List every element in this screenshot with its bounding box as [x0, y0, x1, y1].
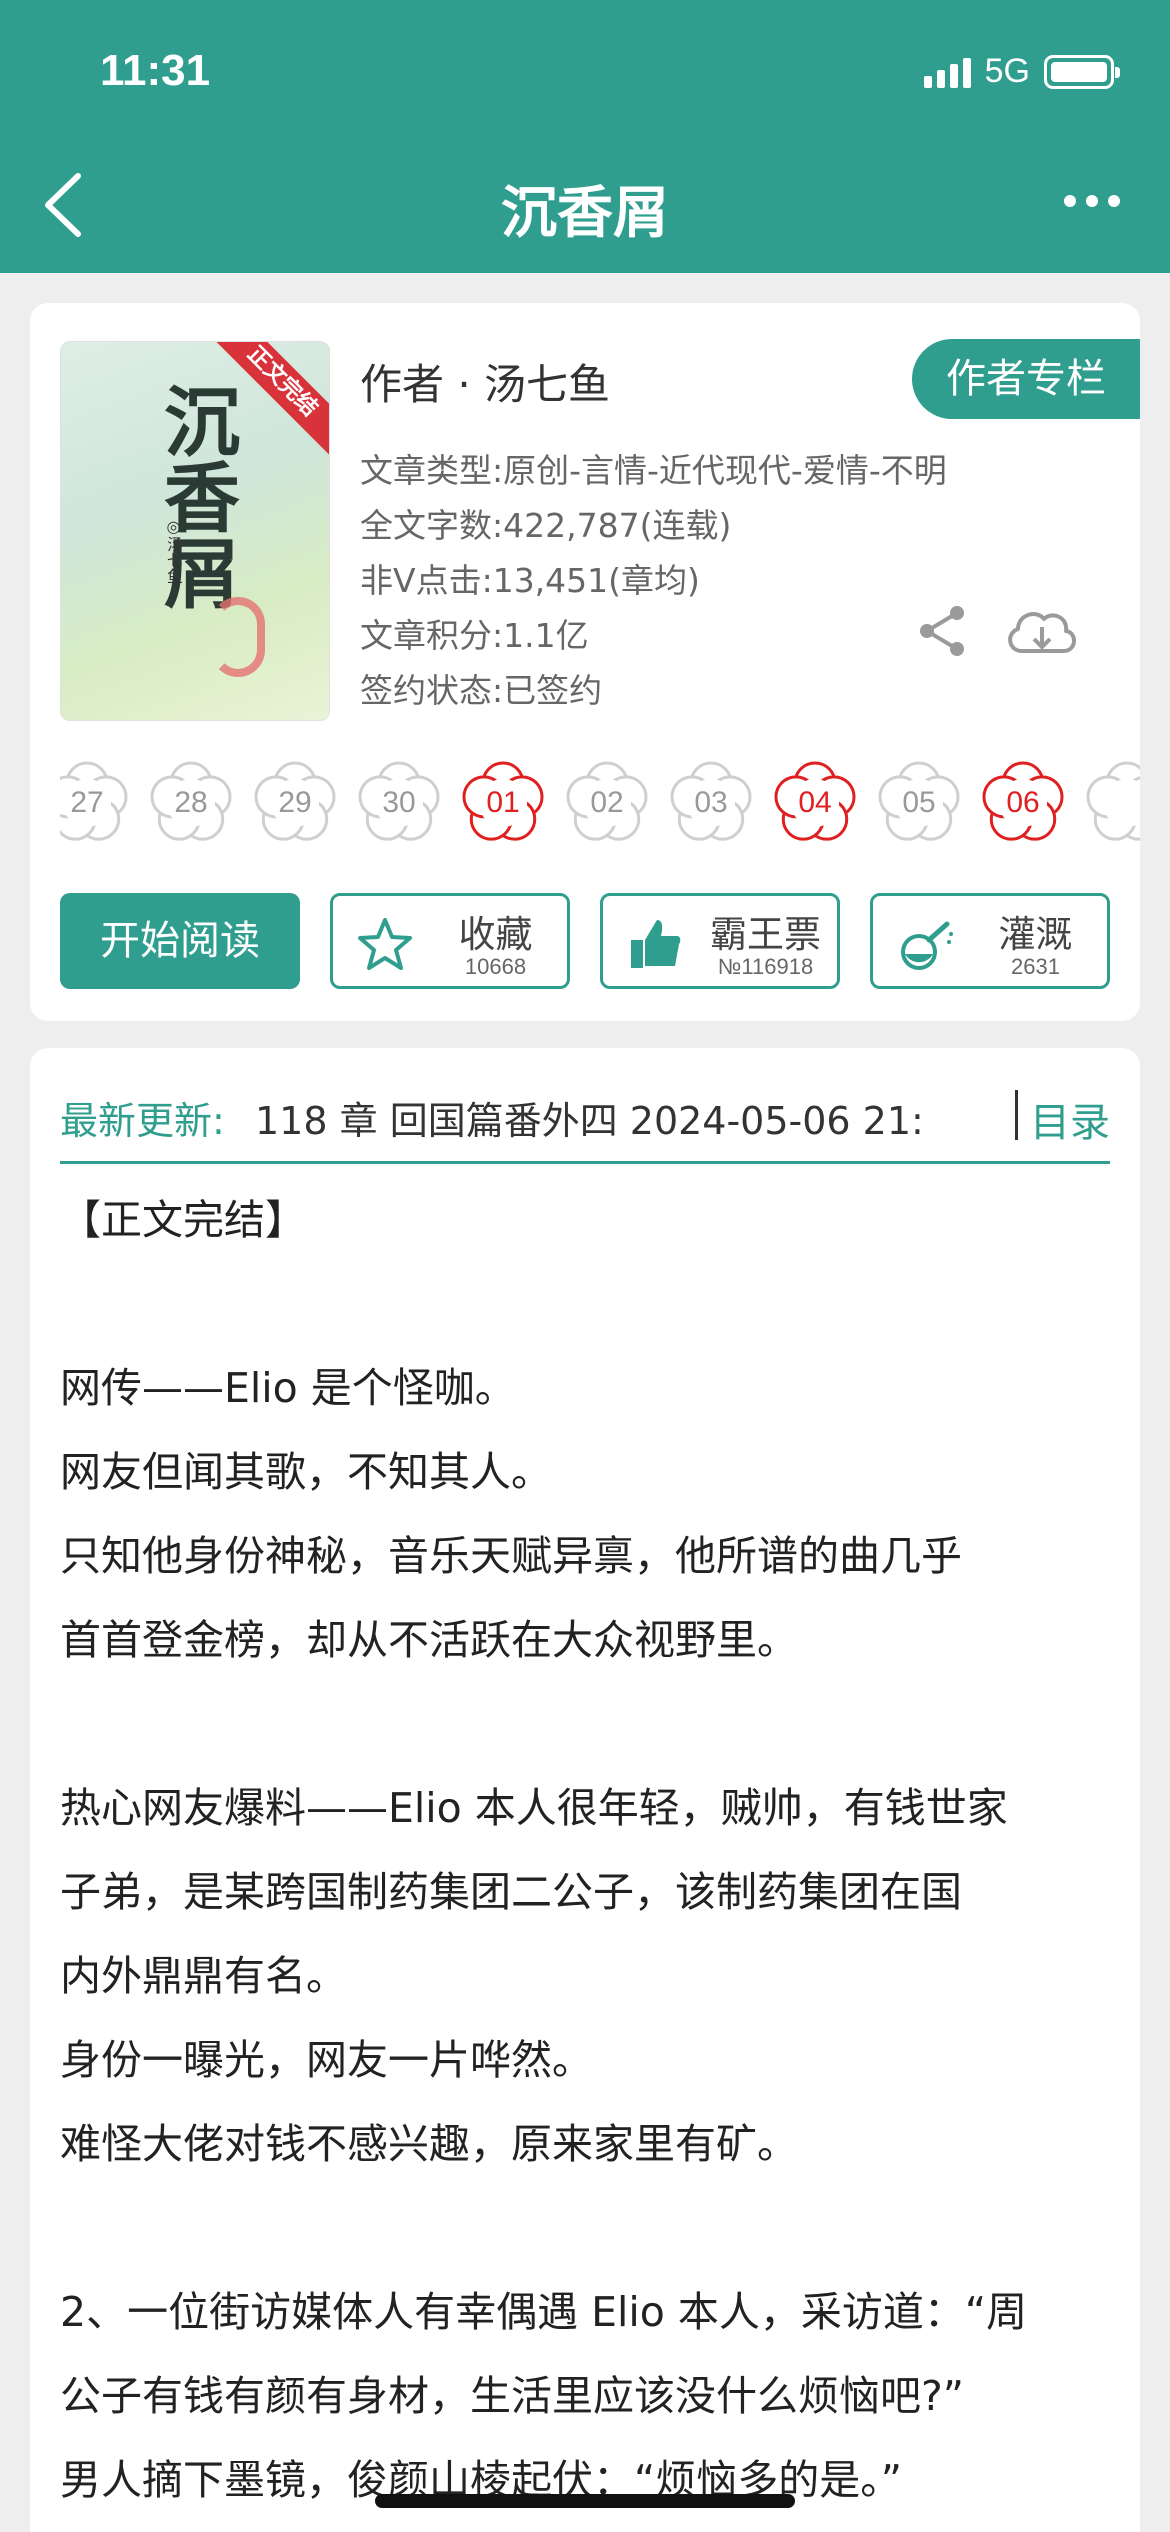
water-button[interactable]: 灌溉 2631	[870, 893, 1110, 989]
synopsis-line: 身份一曝光，网友一片哗然。	[60, 2036, 593, 2084]
ticket-label: 霸王票	[710, 913, 821, 956]
water-label: 灌溉	[998, 913, 1073, 956]
more-dot-icon	[1108, 195, 1120, 207]
calendar-day-number: 05	[902, 786, 936, 819]
synopsis-line: 男人摘下墨镜，俊颜山棱起伏：“烦恼多的是。”	[60, 2456, 902, 2504]
more-dot-icon	[1086, 195, 1098, 207]
calendar-day	[1082, 758, 1140, 848]
favorite-count: 10668	[464, 954, 527, 979]
calendar-day-number: 06	[1006, 786, 1040, 819]
status-time: 11:31	[100, 46, 211, 95]
meta-score: 文章积分:1.1亿	[360, 616, 589, 655]
calendar-day-number: 02	[590, 786, 624, 819]
synopsis-line	[60, 2186, 1120, 2270]
more-dot-icon	[1064, 195, 1076, 207]
synopsis-line: 【正文完结】	[60, 1196, 306, 1244]
divider	[1015, 1090, 1018, 1140]
app-header: 11:31 5G 沉香屑	[0, 0, 1170, 273]
calendar-day: 02	[562, 758, 652, 848]
synopsis-line: 公子有钱有颜有身材，生活里应该没什么烦恼吧?”	[60, 2372, 964, 2420]
favorite-button[interactable]: 收藏 10668	[330, 893, 570, 989]
cover-author: ◎汤七鱼	[164, 517, 183, 584]
author-name[interactable]: 作者 · 汤七鱼	[360, 351, 610, 412]
calendar-day-number: 28	[174, 786, 208, 819]
book-info-card: 沉香屑 ◎汤七鱼 正文完结 作者 · 汤七鱼 作者专栏 文章类型:原创-言情-近…	[30, 303, 1140, 1021]
water-count: 2631	[1011, 954, 1060, 979]
calendar-day: 03	[666, 758, 756, 848]
book-meta: 文章类型:原创-言情-近代现代-爱情-不明 全文字数:422,787(连载) 非…	[360, 443, 947, 718]
latest-update-text[interactable]: 118 章 回国篇番外四 2024-05-06 21:	[255, 1090, 935, 1145]
star-icon	[358, 918, 412, 970]
action-bar: 开始阅读 收藏 10668 霸王票 №116918 灌溉 2631	[60, 893, 1110, 991]
synopsis-line: 子弟，是某跨国制药集团二公子，该制药集团在国	[60, 1868, 962, 1916]
home-indicator	[375, 2494, 795, 2508]
watering-can-icon	[901, 921, 953, 970]
author-column-button[interactable]: 作者专栏	[912, 339, 1140, 419]
synopsis-line	[60, 1262, 1120, 1346]
synopsis-line	[60, 1682, 1120, 1766]
calendar-day: 01	[458, 758, 548, 848]
calendar-day-number	[1082, 758, 1140, 848]
meta-contract: 签约状态:已签约	[360, 671, 603, 710]
synopsis-card: 最新更新: 118 章 回国篇番外四 2024-05-06 21: 目录 【正文…	[30, 1048, 1140, 2532]
status-indicators: 5G	[923, 52, 1120, 91]
calendar-day: 05	[874, 758, 964, 848]
meta-clicks: 非Ⅴ点击:13,451(章均)	[360, 561, 700, 600]
ticket-count: №116918	[717, 954, 814, 979]
page-title: 沉香屑	[501, 181, 669, 246]
start-reading-button[interactable]: 开始阅读	[60, 893, 300, 989]
table-of-contents-link[interactable]: 目录	[1030, 1090, 1110, 1148]
battery-icon	[1044, 54, 1120, 89]
network-label: 5G	[984, 52, 1030, 90]
update-calendar-strip: 27 28 29 30 01 02 03 04 05 06	[60, 758, 1140, 848]
calendar-day-number: 01	[486, 786, 520, 819]
calendar-day: 06	[978, 758, 1068, 848]
meta-type: 文章类型:原创-言情-近代现代-爱情-不明	[360, 451, 947, 490]
calendar-day: 30	[354, 758, 444, 848]
share-icon[interactable]	[915, 603, 971, 659]
synopsis-line: 首首登金榜，却从不活跃在大众视野里。	[60, 1616, 798, 1664]
more-menu-button[interactable]	[1064, 195, 1120, 207]
synopsis-line: 网友但闻其歌，不知其人。	[60, 1448, 552, 1496]
ticket-button[interactable]: 霸王票 №116918	[600, 893, 840, 989]
calendar-day-number: 29	[278, 786, 312, 819]
synopsis-line: 2、一位街访媒体人有幸偶遇 Elio 本人，采访道：“周	[60, 2288, 1028, 2336]
calendar-day: 27	[60, 758, 132, 848]
synopsis-line: 内外鼎鼎有名。	[60, 1952, 347, 2000]
latest-update-label: 最新更新:	[60, 1099, 225, 1143]
synopsis-line: 难怪大佬对钱不感兴趣，原来家里有矿。	[60, 2120, 798, 2168]
meta-word-count: 全文字数:422,787(连载)	[360, 506, 732, 545]
synopsis-line: 热心网友爆料——Elio 本人很年轻，贼帅，有钱世家	[60, 1784, 1008, 1832]
calendar-day: 29	[250, 758, 340, 848]
favorite-label: 收藏	[458, 913, 533, 956]
thumbs-up-icon	[631, 920, 681, 968]
synopsis-line: 网传——Elio 是个怪咖。	[60, 1364, 516, 1412]
calendar-day-number: 27	[70, 786, 104, 819]
calendar-day-number: 04	[798, 786, 832, 819]
calendar-day-number: 30	[382, 786, 416, 819]
calendar-day: 04	[770, 758, 860, 848]
cover-seal-decoration	[211, 597, 265, 677]
calendar-day: 28	[146, 758, 236, 848]
signal-icon	[923, 56, 971, 88]
calendar-day-number: 03	[694, 786, 728, 819]
synopsis-text: 【正文完结】网传——Elio 是个怪咖。 网友但闻其歌，不知其人。只知他身份神秘，…	[60, 1178, 1120, 2522]
book-cover[interactable]: 沉香屑 ◎汤七鱼 正文完结	[60, 341, 330, 721]
cloud-download-icon[interactable]	[1002, 603, 1082, 663]
latest-update-row[interactable]: 最新更新: 118 章 回国篇番外四 2024-05-06 21: 目录	[60, 1068, 1110, 1164]
synopsis-line: 只知他身份神秘，音乐天赋异禀，他所谱的曲几乎	[60, 1532, 962, 1580]
